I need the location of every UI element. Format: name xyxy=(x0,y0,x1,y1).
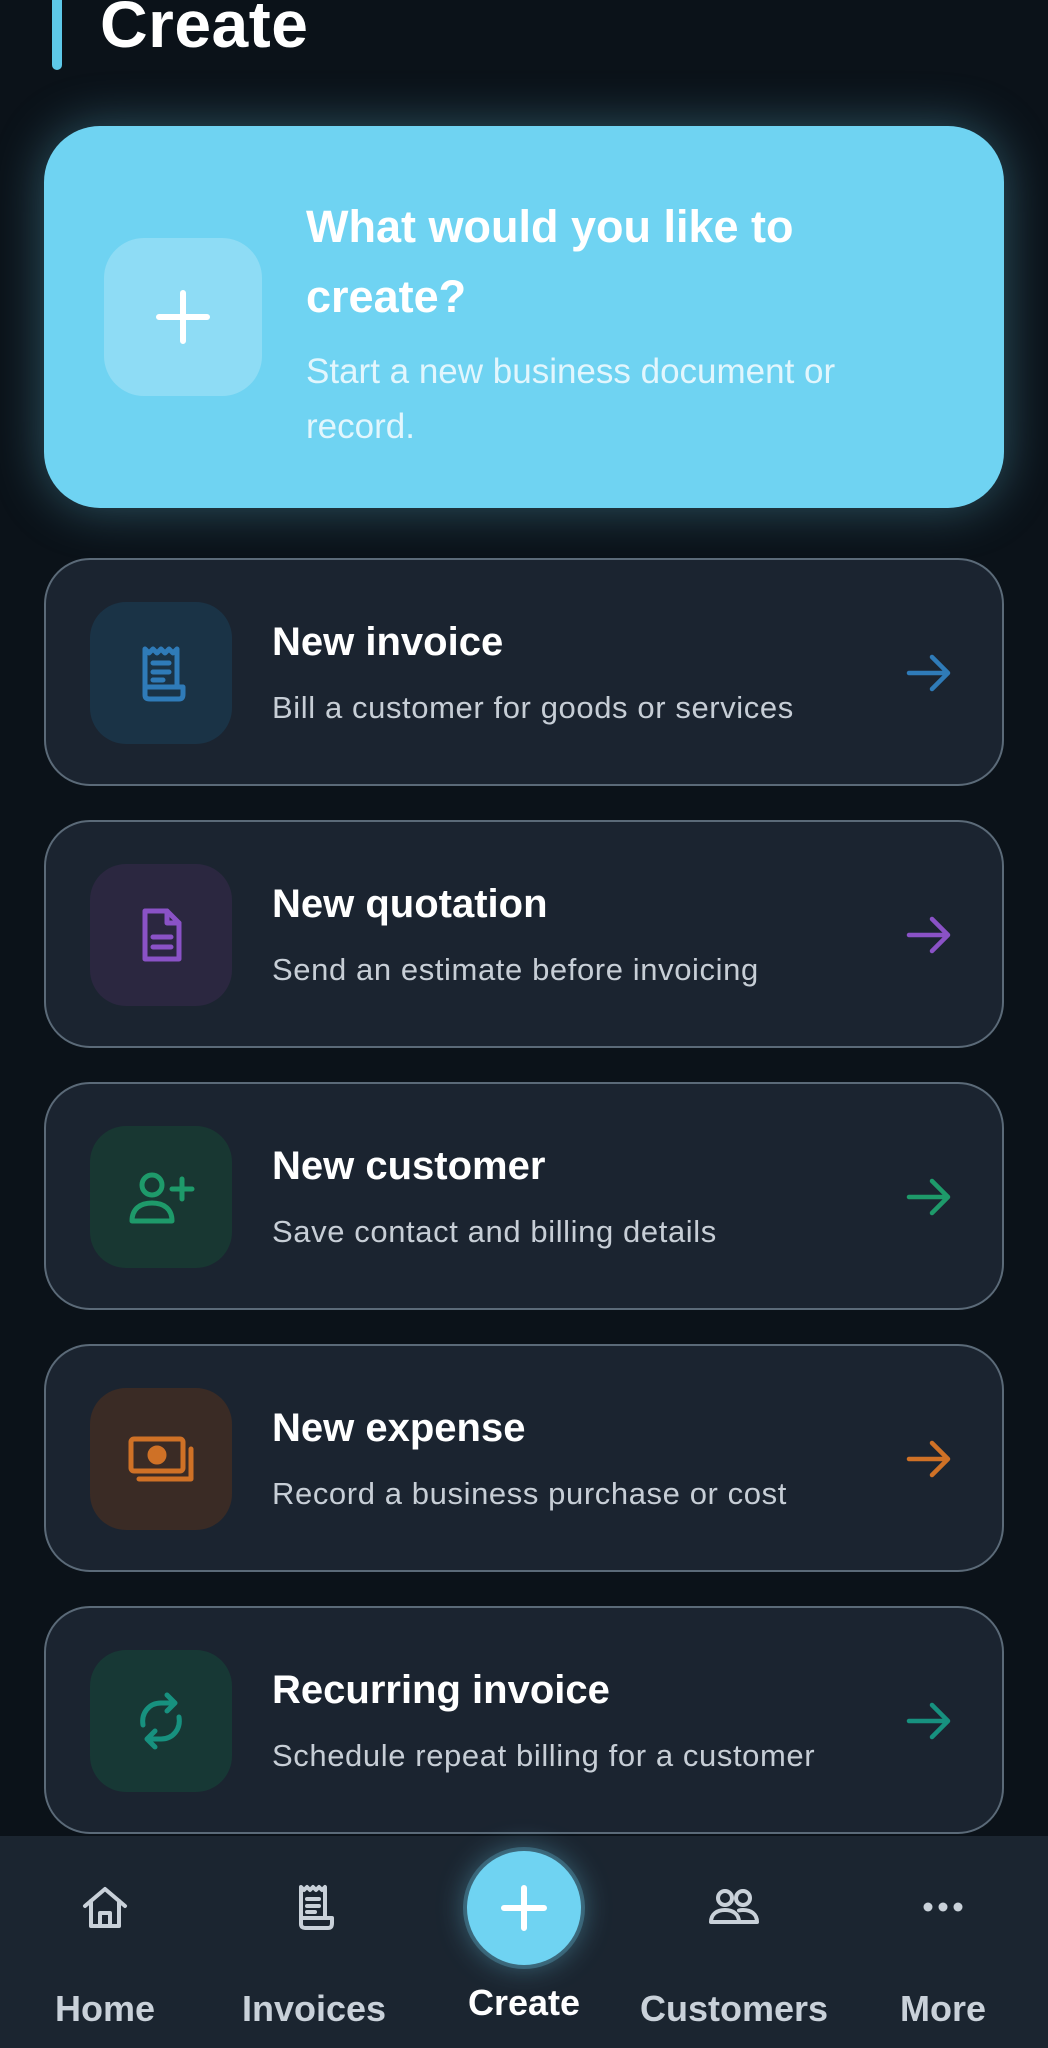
page-title: Create xyxy=(100,0,309,61)
new-invoice-card[interactable]: New invoice Bill a customer for goods or… xyxy=(44,558,1004,786)
new-expense-card[interactable]: New expense Record a business purchase o… xyxy=(44,1344,1004,1572)
card-subtitle: Save contact and billing details xyxy=(272,1214,717,1249)
nav-invoices[interactable]: Invoices xyxy=(214,1836,414,2048)
plus-icon xyxy=(501,1885,547,1931)
nav-home[interactable]: Home xyxy=(5,1836,205,2048)
card-title: New expense xyxy=(272,1406,526,1450)
arrow-right-icon xyxy=(906,1440,951,1478)
document-icon xyxy=(90,864,232,1006)
plus-icon xyxy=(104,238,262,396)
title-accent-bar xyxy=(52,0,62,70)
user-plus-icon xyxy=(90,1126,232,1268)
card-title: New invoice xyxy=(272,620,504,664)
more-dots-icon xyxy=(923,1902,963,1912)
arrow-right-icon xyxy=(906,916,951,954)
card-subtitle: Bill a customer for goods or services xyxy=(272,690,794,725)
card-title: New quotation xyxy=(272,882,548,926)
new-customer-card[interactable]: New customer Save contact and billing de… xyxy=(44,1082,1004,1310)
home-icon xyxy=(83,1887,127,1928)
card-subtitle: Send an estimate before invoicing xyxy=(272,952,759,987)
hero-subtitle: Start a new business document or record. xyxy=(306,352,836,446)
hero-title: What would you like to create? xyxy=(306,201,794,322)
nav-create-label: Create xyxy=(467,1982,581,2023)
create-screen: Create What would you like to create? St… xyxy=(0,0,1048,2048)
nav-label: Customers xyxy=(639,1988,829,2029)
nav-label: More xyxy=(899,1988,986,2029)
card-subtitle: Record a business purchase or cost xyxy=(272,1476,787,1511)
card-title: Recurring invoice xyxy=(272,1668,610,1712)
receipt-icon xyxy=(90,602,232,744)
arrow-right-icon xyxy=(906,1702,951,1740)
card-subtitle: Schedule repeat billing for a customer xyxy=(272,1738,816,1773)
create-fab-button[interactable] xyxy=(467,1851,581,1965)
arrow-right-icon xyxy=(906,654,951,692)
refresh-icon xyxy=(90,1650,232,1792)
recurring-invoice-card[interactable]: Recurring invoice Schedule repeat billin… xyxy=(44,1606,1004,1834)
nav-customers[interactable]: Customers xyxy=(634,1836,834,2048)
new-quotation-card[interactable]: New quotation Send an estimate before in… xyxy=(44,820,1004,1048)
card-title: New customer xyxy=(272,1144,546,1188)
users-icon xyxy=(709,1889,759,1924)
create-hero-card: What would you like to create? Start a n… xyxy=(44,126,1004,508)
receipt-icon xyxy=(299,1885,334,1930)
arrow-right-icon xyxy=(906,1178,951,1216)
cash-icon xyxy=(90,1388,232,1530)
nav-label: Invoices xyxy=(241,1988,387,2029)
nav-label: Home xyxy=(54,1988,156,2029)
nav-more[interactable]: More xyxy=(843,1836,1043,2048)
